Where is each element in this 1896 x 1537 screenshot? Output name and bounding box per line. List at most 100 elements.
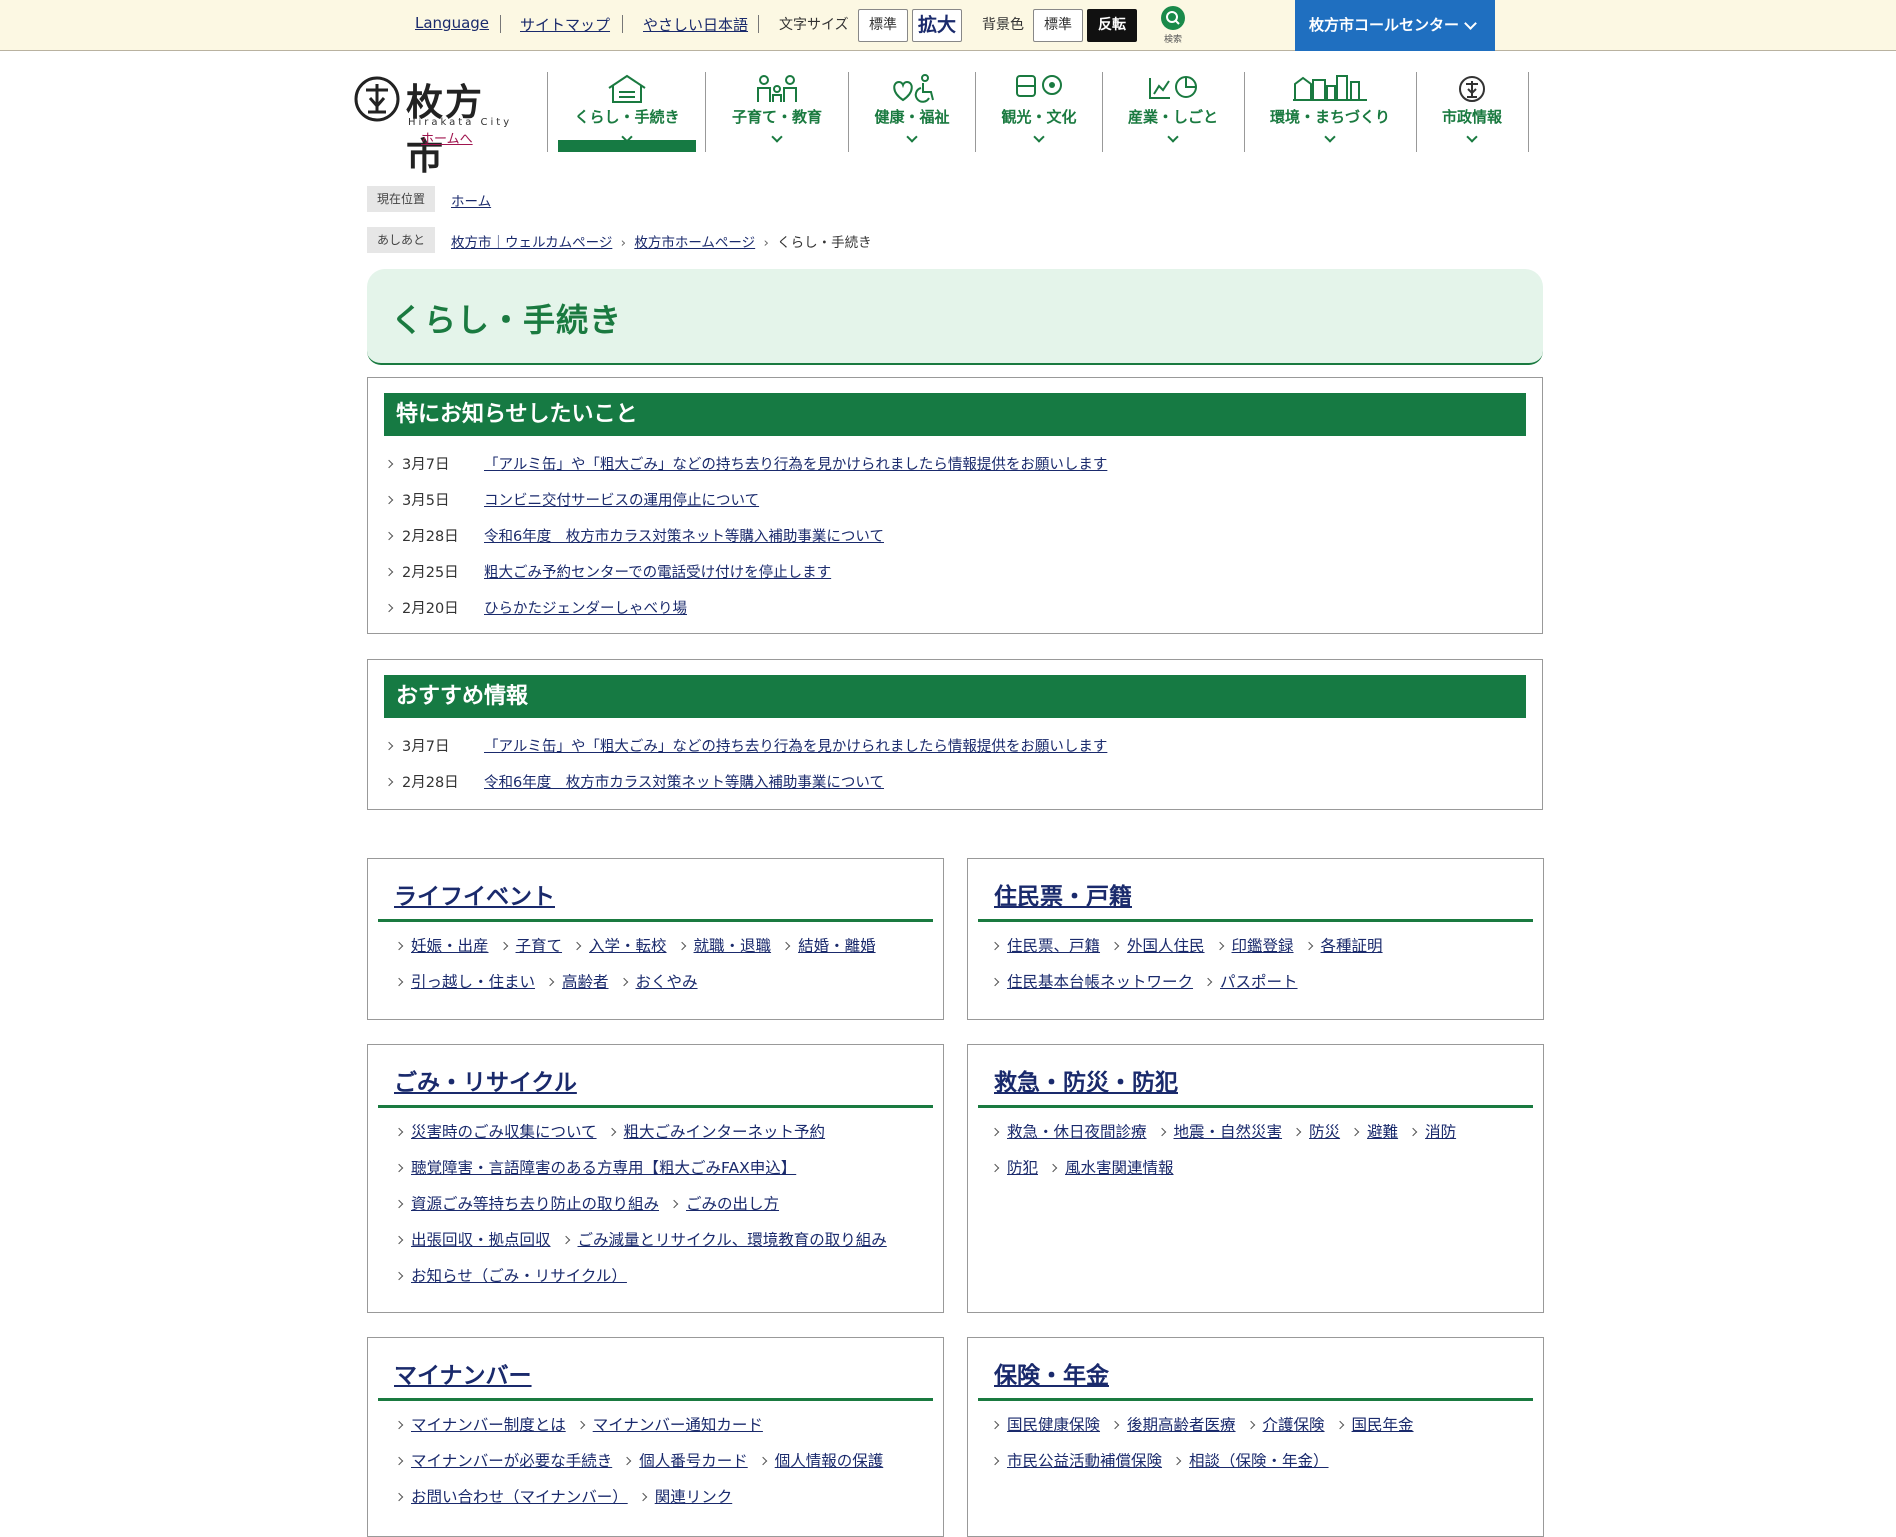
category-link[interactable]: 外国人住民 <box>1127 937 1205 955</box>
category-link[interactable]: 子育て <box>516 937 563 955</box>
category-link[interactable]: お知らせ（ごみ・リサイクル） <box>411 1267 627 1285</box>
category-link[interactable]: お問い合わせ（マイナンバー） <box>411 1488 628 1506</box>
call-center-button[interactable]: 枚方市コールセンター <box>1295 0 1495 51</box>
search-button[interactable]: 検索 <box>1158 6 1188 46</box>
category-link[interactable]: ごみの出し方 <box>686 1195 779 1213</box>
font-large-button[interactable]: 拡大 <box>912 9 962 42</box>
active-indicator <box>558 140 696 152</box>
divider <box>705 72 706 152</box>
category-link[interactable]: 引っ越し・住まい <box>411 973 535 991</box>
category-link[interactable]: マイナンバーが必要な手続き <box>411 1452 612 1470</box>
category-link[interactable]: 出張回収・拠点回収 <box>411 1231 551 1249</box>
category-link[interactable]: 粗大ごみインターネット予約 <box>624 1123 826 1141</box>
chevron-right-icon <box>781 941 791 951</box>
category-link[interactable]: 救急・休日夜間診療 <box>1007 1123 1147 1141</box>
divider <box>758 15 759 33</box>
divider <box>978 1398 1533 1401</box>
category-link[interactable]: 個人番号カード <box>639 1452 748 1470</box>
category-link[interactable]: 相談（保険・年金） <box>1189 1452 1329 1470</box>
site-logo[interactable]: 枚方市 Hirakata City ホームへ <box>352 72 522 178</box>
category-link[interactable]: おくやみ <box>636 973 698 991</box>
chevron-right-icon <box>1172 1456 1182 1466</box>
nav-living-label: くらし・手続き <box>574 108 680 126</box>
category-link[interactable]: 高齢者 <box>562 973 609 991</box>
category-link[interactable]: パスポート <box>1220 973 1298 991</box>
category-link[interactable]: 住民票、戸籍 <box>1007 937 1100 955</box>
category-link[interactable]: 関連リンク <box>655 1488 733 1506</box>
news-link[interactable]: 「アルミ缶」や「粗大ごみ」などの持ち去り行為を見かけられましたら情報提供をお願い… <box>484 457 1107 473</box>
font-standard-button[interactable]: 標準 <box>858 9 908 42</box>
nav-tourism[interactable]: 観光・文化 <box>983 72 1095 152</box>
link-row: マイナンバーが必要な手続き 個人番号カード 個人情報の保護 <box>394 1449 895 1471</box>
category-link[interactable]: 結婚・離婚 <box>798 937 876 955</box>
news-link[interactable]: 粗大ごみ予約センターでの電話受け付けを停止します <box>484 565 831 581</box>
divider <box>378 919 933 922</box>
chevron-right-icon <box>394 1235 404 1245</box>
category-link[interactable]: 国民健康保険 <box>1007 1416 1100 1434</box>
category-link[interactable]: 消防 <box>1425 1123 1456 1141</box>
easy-japanese-link[interactable]: やさしい日本語 <box>643 14 748 35</box>
nav-health[interactable]: 健康・福祉 <box>856 72 968 152</box>
category-heading-link[interactable]: 保険・年金 <box>994 1363 1109 1389</box>
link-row: 出張回収・拠点回収 ごみ減量とリサイクル、環境教育の取り組み <box>394 1228 899 1250</box>
category-link[interactable]: 防災 <box>1309 1123 1340 1141</box>
category-link[interactable]: マイナンバー制度とは <box>411 1416 566 1434</box>
category-link[interactable]: 各種証明 <box>1321 937 1383 955</box>
category-heading-link[interactable]: 住民票・戸籍 <box>994 884 1132 910</box>
category-link[interactable]: 住民基本台帳ネットワーク <box>1007 973 1193 991</box>
chevron-right-icon <box>990 1127 1000 1137</box>
nav-city-info[interactable]: 市政情報 <box>1424 72 1520 152</box>
nav-industry[interactable]: 産業・しごと <box>1110 72 1236 152</box>
category-link[interactable]: 国民年金 <box>1352 1416 1414 1434</box>
breadcrumb-trail: 枚方市｜ウェルカムページ › 枚方市ホームページ › くらし・手続き <box>451 231 872 251</box>
chevron-right-icon <box>384 531 394 541</box>
category-link[interactable]: ごみ減量とリサイクル、環境教育の取り組み <box>578 1231 887 1249</box>
trail-homepage-link[interactable]: 枚方市ホームページ <box>634 235 755 251</box>
news-link[interactable]: ひらかたジェンダーしゃべり場 <box>484 601 687 617</box>
divider <box>1416 72 1417 152</box>
category-heading-link[interactable]: ごみ・リサイクル <box>394 1070 577 1096</box>
nav-environment[interactable]: 環境・まちづくり <box>1250 72 1410 152</box>
trail-welcome-link[interactable]: 枚方市｜ウェルカムページ <box>451 235 612 251</box>
category-link[interactable]: 資源ごみ等持ち去り防止の取り組み <box>411 1195 659 1213</box>
category-link[interactable]: 後期高齢者医療 <box>1127 1416 1236 1434</box>
nav-childcare[interactable]: 子育て・教育 <box>714 72 840 152</box>
nav-living[interactable]: くらし・手続き <box>558 72 696 152</box>
category-link[interactable]: 地震・自然災害 <box>1174 1123 1283 1141</box>
category-link[interactable]: 介護保険 <box>1263 1416 1325 1434</box>
category-link[interactable]: 災害時のごみ収集について <box>411 1123 597 1141</box>
bg-color-label: 背景色 <box>982 17 1024 33</box>
city-emblem-icon <box>354 76 400 122</box>
category-heading-link[interactable]: ライフイベント <box>394 884 555 910</box>
category-link[interactable]: 避難 <box>1367 1123 1398 1141</box>
sitemap-link[interactable]: サイトマップ <box>520 14 610 35</box>
category-link[interactable]: マイナンバー通知カード <box>593 1416 763 1434</box>
category-link[interactable]: 防犯 <box>1007 1159 1038 1177</box>
bg-standard-button[interactable]: 標準 <box>1033 9 1083 42</box>
category-link[interactable]: 個人情報の保護 <box>775 1452 884 1470</box>
news-link[interactable]: コンビニ交付サービスの運用停止について <box>484 493 759 509</box>
category-link[interactable]: 妊娠・出産 <box>411 937 489 955</box>
category-link[interactable]: 市民公益活動補償保険 <box>1007 1452 1162 1470</box>
news-link[interactable]: 「アルミ缶」や「粗大ごみ」などの持ち去り行為を見かけられましたら情報提供をお願い… <box>484 739 1107 755</box>
news-link[interactable]: 令和6年度 枚方市カラス対策ネット等購入補助事業について <box>484 529 884 545</box>
chevron-right-icon <box>607 1127 616 1137</box>
recommended-heading: おすすめ情報 <box>384 675 1526 718</box>
category-link[interactable]: 風水害関連情報 <box>1065 1159 1174 1177</box>
category-link[interactable]: 聴覚障害・言語障害のある方専用【粗大ごみFAX申込】 <box>411 1159 796 1177</box>
category-link[interactable]: 就職・退職 <box>694 937 772 955</box>
news-link[interactable]: 令和6年度 枚方市カラス対策ネット等購入補助事業について <box>484 775 884 791</box>
bg-invert-button[interactable]: 反転 <box>1087 9 1137 42</box>
category-link[interactable]: 印鑑登録 <box>1232 937 1294 955</box>
breadcrumb-home-link[interactable]: ホーム <box>451 190 491 210</box>
news-date: 3月7日 <box>402 739 450 755</box>
category-heading-link[interactable]: マイナンバー <box>394 1363 532 1389</box>
health-wheelchair-icon <box>893 74 934 103</box>
language-link[interactable]: Language <box>415 14 489 32</box>
category-heading: ライフイベント <box>394 877 555 911</box>
category-link[interactable]: 入学・転校 <box>589 937 667 955</box>
category-heading-link[interactable]: 救急・防災・防犯 <box>994 1070 1178 1096</box>
chevron-down-icon <box>1464 17 1477 30</box>
home-link[interactable]: ホームへ <box>421 128 473 147</box>
nav-tourism-label: 観光・文化 <box>1001 108 1077 126</box>
